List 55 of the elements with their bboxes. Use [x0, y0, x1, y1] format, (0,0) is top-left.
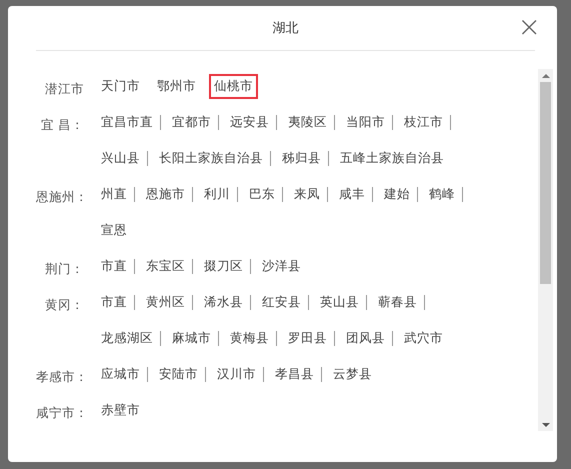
close-button[interactable]: ×: [516, 15, 543, 39]
city-link[interactable]: 市直: [97, 254, 131, 279]
city-link[interactable]: 宜昌市直: [97, 110, 157, 135]
city-link[interactable]: 宜都市: [168, 110, 215, 135]
city-link[interactable]: 夷陵区: [284, 110, 331, 135]
city-link[interactable]: 安陆市: [155, 362, 202, 387]
city-link[interactable]: 来凤: [290, 182, 324, 207]
city-link[interactable]: 武穴市: [400, 326, 447, 351]
region-label: 宜 昌：: [41, 117, 84, 132]
city-link[interactable]: 沙洋县: [258, 254, 305, 279]
city-link[interactable]: 赤壁市: [97, 398, 144, 423]
scrollbar-thumb[interactable]: [540, 82, 551, 284]
city-link[interactable]: 东宝区: [142, 254, 189, 279]
city-link[interactable]: 龙感湖区: [97, 326, 157, 351]
region-label: 孝感市：: [36, 369, 88, 384]
city-link[interactable]: 枝江市: [400, 110, 447, 135]
city-link[interactable]: 汉川市: [213, 362, 260, 387]
city-link[interactable]: 当阳市: [342, 110, 389, 135]
city-link[interactable]: 利川: [200, 182, 234, 207]
region-label: 黄冈：: [45, 297, 84, 312]
city-link[interactable]: 兴山县: [97, 146, 144, 171]
city-link[interactable]: 英山县: [316, 290, 363, 315]
city-link[interactable]: 鹤峰: [425, 182, 459, 207]
region-label: 咸宁市：: [36, 405, 88, 420]
city-link[interactable]: 浠水县: [200, 290, 247, 315]
city-link[interactable]: 巴东: [245, 182, 279, 207]
city-link[interactable]: 团风县: [342, 326, 389, 351]
city-link[interactable]: 黄梅县: [226, 326, 273, 351]
city-link[interactable]: 咸丰: [335, 182, 369, 207]
region-label: 荆门：: [45, 261, 84, 276]
scrollbar[interactable]: [538, 69, 553, 431]
city-link[interactable]: 仙桃市: [209, 74, 258, 99]
city-link[interactable]: 州直: [97, 182, 131, 207]
city-link[interactable]: 应城市: [97, 362, 144, 387]
city-link[interactable]: 麻城市: [168, 326, 215, 351]
city-link[interactable]: 红安县: [258, 290, 305, 315]
city-link[interactable]: 建始: [380, 182, 414, 207]
city-link[interactable]: 宣恩: [97, 218, 131, 243]
city-link[interactable]: 黄州区: [142, 290, 189, 315]
city-link[interactable]: 五峰土家族自治县: [336, 146, 448, 171]
region-label: 恩施州：: [36, 189, 88, 204]
city-link[interactable]: 恩施市: [142, 182, 189, 207]
city-link[interactable]: 罗田县: [284, 326, 331, 351]
city-link[interactable]: 天门市: [97, 74, 144, 99]
city-link[interactable]: 市直: [97, 290, 131, 315]
city-link[interactable]: 秭归县: [278, 146, 325, 171]
city-link[interactable]: 鄂州市: [153, 74, 200, 99]
city-link[interactable]: 长阳土家族自治县: [155, 146, 267, 171]
city-link[interactable]: 掇刀区: [200, 254, 247, 279]
city-link[interactable]: 云梦县: [329, 362, 376, 387]
city-link[interactable]: 蕲春县: [374, 290, 421, 315]
region-label: 潜江市: [45, 81, 84, 96]
dialog-title: 湖北: [272, 20, 298, 37]
city-link[interactable]: 远安县: [226, 110, 273, 135]
city-link[interactable]: 孝昌县: [271, 362, 318, 387]
